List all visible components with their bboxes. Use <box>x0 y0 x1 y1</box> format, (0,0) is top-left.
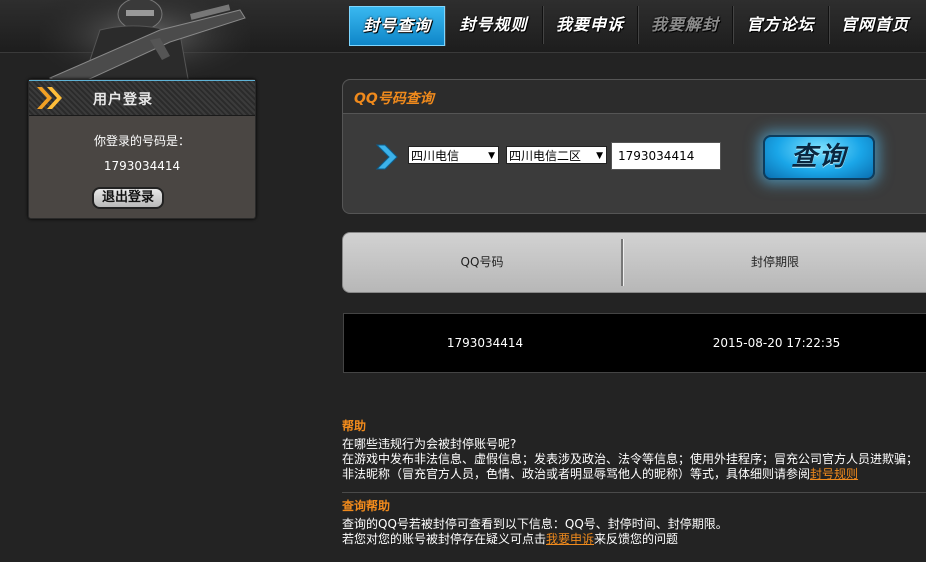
isp-select-value: 四川电信 <box>411 149 460 163</box>
isp-select[interactable]: 四川电信 ▼ <box>408 146 499 164</box>
soldier-banner-image <box>40 0 250 90</box>
user-login-panel: 用户登录 你登录的号码是： 1793034414 退出登录 <box>28 79 256 219</box>
dropdown-arrow-icon: ▼ <box>488 151 495 161</box>
top-nav-bar: 封号查询 封号规则 我要申诉 我要解封 官方论坛 官网首页 <box>0 0 926 90</box>
dropdown-arrow-icon: ▼ <box>596 151 603 161</box>
result-table-header: QQ号码 封停期限 <box>342 232 926 293</box>
login-panel-title: 用户登录 <box>93 92 153 108</box>
table-row: 1793034414 2015-08-20 17:22:35 <box>343 313 926 373</box>
help-section-title: 帮助 <box>342 419 367 433</box>
nav-tab-ban-rules[interactable]: 封号规则 <box>445 6 543 44</box>
region-select-value: 四川电信二区 <box>509 149 582 163</box>
column-header-qq: QQ号码 <box>460 255 504 269</box>
result-deadline-cell: 2015-08-20 17:22:35 <box>712 336 841 350</box>
query-help-line-2: 若您对您的账号被封停存在疑义可点击我要申诉来反馈您的问题 <box>342 532 678 547</box>
logout-button[interactable]: 退出登录 <box>92 187 164 209</box>
help-divider <box>342 492 926 493</box>
login-panel-header: 用户登录 <box>29 80 255 116</box>
help-line-2-text: 非法昵称（冒充官方人员，色情、政治或者明显辱骂他人的昵称）等式，具体细则请参阅 <box>342 467 811 481</box>
nav-tab-homepage[interactable]: 官网首页 <box>829 6 921 44</box>
query-panel-title: QQ号码查询 <box>354 91 434 107</box>
query-help-line-2-suffix: 来反馈您的问题 <box>594 532 679 546</box>
query-help-line-2-prefix: 若您对您的账号被封停存在疑义可点击 <box>342 532 547 546</box>
qq-query-panel: QQ号码查询 四川电信 ▼ 四川电信二区 ▼ 查询 <box>342 79 926 214</box>
nav-tab-unban[interactable]: 我要解封 <box>638 6 733 44</box>
query-help-title: 查询帮助 <box>342 499 391 513</box>
nav-tab-forum[interactable]: 官方论坛 <box>733 6 829 44</box>
logged-in-label: 你登录的号码是： <box>93 134 190 148</box>
query-button[interactable]: 查询 <box>763 135 875 180</box>
nav-tab-appeal[interactable]: 我要申诉 <box>543 6 638 44</box>
chevron-right-icon <box>375 144 398 170</box>
double-chevron-icon <box>37 87 62 109</box>
column-header-ban-deadline: 封停期限 <box>750 255 799 269</box>
appeal-link[interactable]: 我要申诉 <box>546 532 594 546</box>
qq-number-input[interactable] <box>611 142 721 170</box>
ban-rules-link[interactable]: 封号规则 <box>810 467 858 481</box>
logged-in-qq-number: 1793034414 <box>103 159 181 173</box>
help-question: 在哪些违规行为会被封停账号呢? <box>342 437 517 451</box>
help-line-2: 非法昵称（冒充官方人员，色情、政治或者明显辱骂他人的昵称）等式，具体细则请参阅封… <box>342 467 858 482</box>
result-qq-cell: 1793034414 <box>446 336 524 350</box>
help-line-1: 在游戏中发布非法信息、虚假信息；发表涉及政治、法令等信息；使用外挂程序；冒充公司… <box>342 452 919 466</box>
query-panel-header: QQ号码查询 <box>343 80 926 114</box>
query-help-line-1: 查询的QQ号若被封停可查看到以下信息：QQ号、封停时间、封停期限。 <box>342 517 728 531</box>
main-nav: 封号查询 封号规则 我要申诉 我要解封 官方论坛 官网首页 <box>349 6 921 46</box>
nav-tab-ban-query[interactable]: 封号查询 <box>349 6 445 46</box>
region-select[interactable]: 四川电信二区 ▼ <box>506 146 607 164</box>
